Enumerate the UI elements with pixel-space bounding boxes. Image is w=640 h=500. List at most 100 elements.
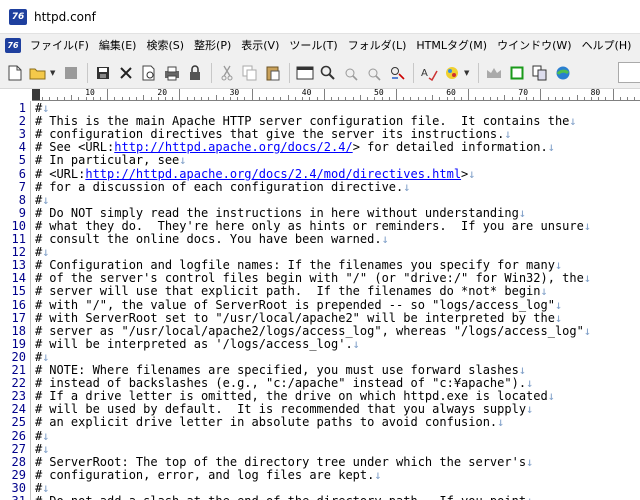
end-of-line-marker: ↓ (42, 349, 50, 364)
code-line[interactable]: # instead of backslashes (e.g., "c:/apach… (35, 377, 533, 390)
dropdown-arrow-icon[interactable]: ▼ (464, 69, 471, 77)
dropdown-arrow-icon[interactable]: ▼ (50, 69, 57, 77)
code-line[interactable]: # Configuration and logfile names: If the… (35, 259, 562, 272)
code-line[interactable]: #↓ (35, 349, 50, 364)
line-number: 20 (11, 349, 26, 364)
menu-item[interactable]: ウインドウ(W) (492, 35, 576, 57)
color-icon[interactable] (441, 62, 462, 83)
ruler-tick (612, 89, 614, 100)
menu-item[interactable]: 検索(S) (141, 35, 189, 57)
line-number: 5 (18, 153, 26, 168)
lock-icon[interactable] (184, 62, 205, 83)
code-line[interactable]: # for a discussion of each configuration … (35, 180, 410, 194)
menu-item[interactable]: ファイル(F) (25, 35, 94, 57)
comment-marker: # (35, 363, 43, 377)
code-line[interactable]: # with "/", the value of ServerRoot is pr… (35, 298, 562, 312)
green-box-icon[interactable] (506, 62, 527, 83)
url-link[interactable]: http://httpd.apache.org/docs/2.4/mod/dir… (85, 167, 461, 181)
code-line[interactable]: #↓ (35, 429, 49, 443)
code-line[interactable]: #↓ (35, 481, 49, 495)
menu-item[interactable]: HTMLタグ(M) (411, 35, 492, 57)
comment-marker: # (35, 284, 43, 299)
ruler-tick (258, 97, 260, 100)
end-of-line-marker: ↓ (554, 310, 563, 325)
search-icon[interactable] (317, 62, 338, 83)
code-line[interactable]: # <URL:http://httpd.apache.org/docs/2.4/m… (35, 166, 476, 181)
code-line[interactable]: # In particular, see↓ (35, 154, 187, 167)
code-line[interactable]: # configuration, error, and log files are… (35, 467, 382, 482)
ruler-tick (432, 95, 434, 100)
code-line[interactable]: # If a drive letter is omitted, the drive… (35, 390, 555, 403)
end-of-line-marker: ↓ (526, 376, 534, 391)
new-file-icon[interactable] (4, 62, 25, 83)
code-line[interactable]: # of the server's control files begin wit… (35, 272, 591, 285)
code-line[interactable]: # NOTE: Where filenames are specified, yo… (35, 364, 526, 377)
spell-check-icon[interactable]: A (418, 62, 439, 83)
url-link[interactable]: http://httpd.apache.org/docs/2.4/ (114, 140, 352, 154)
menu-item[interactable]: フォルダ(L) (343, 35, 412, 57)
text-editor-area[interactable]: #↓ # This is the main Apache HTTP server c… (32, 101, 640, 500)
code-line[interactable]: # This is the main Apache HTTP server con… (35, 115, 577, 128)
line-number-gutter: 1 2 3 4 5 6 7 8 9 10 11 12 13 14 15 16 17 18 19 20 21 22 23 24 2… (0, 101, 32, 500)
code-line[interactable]: # ServerRoot: The top of the directory tr… (35, 454, 534, 469)
code-line[interactable]: #↓ (35, 102, 49, 115)
code-line[interactable]: # Do NOT simply read the instructions in … (35, 206, 526, 220)
app-menu-icon[interactable]: 76 (5, 38, 21, 53)
code-line[interactable]: # Do not add a slash at the end of the di… (35, 495, 533, 500)
browser-icon[interactable] (552, 62, 573, 83)
crown-icon[interactable] (483, 62, 504, 83)
code-text: will be used by default. It is recommend… (49, 402, 527, 417)
menu-item[interactable]: ヘルプ(H) (577, 35, 637, 57)
code-line[interactable]: # what they do. They're here only as hint… (35, 219, 591, 233)
ruler-tick (316, 97, 318, 100)
paste-icon[interactable] (262, 62, 283, 83)
toolbar-separator (289, 62, 290, 83)
code-line[interactable]: # with ServerRoot set to "/usr/local/apac… (35, 310, 563, 325)
save-all-icon[interactable] (92, 62, 113, 83)
find-next-icon[interactable] (340, 62, 361, 83)
line-number: 29 (11, 467, 26, 482)
print-preview-icon[interactable] (138, 62, 159, 83)
code-line[interactable]: # consult the online docs. You have been … (35, 233, 389, 246)
ruler-tick (352, 97, 354, 100)
find-prev-icon[interactable] (363, 62, 384, 83)
code-line[interactable]: # See <URL:http://httpd.apache.org/docs/2… (35, 141, 555, 154)
end-of-line-marker: ↓ (547, 140, 555, 155)
ruler-tick (71, 95, 73, 100)
menu-item[interactable]: 編集(E) (94, 35, 142, 57)
compare-icon[interactable] (529, 62, 550, 83)
toolbar-search-input[interactable] (618, 62, 640, 83)
code-text: configuration, error, and log files are … (49, 467, 375, 482)
code-line[interactable]: # configuration directives that give the … (35, 128, 512, 141)
line-number: 4 (18, 140, 26, 155)
window-icon[interactable] (294, 62, 315, 83)
comment-marker: # (35, 415, 43, 430)
code-line[interactable]: # server will use that explicit path. If … (35, 285, 548, 298)
line-number: 28 (11, 454, 26, 469)
code-line[interactable]: #↓ (35, 442, 49, 456)
code-line[interactable]: # will be interpreted as '/logs/access_lo… (35, 336, 360, 351)
open-folder-icon[interactable] (27, 62, 48, 83)
comment-marker: # (35, 336, 43, 351)
ruler-tick (417, 97, 419, 100)
print-icon[interactable] (161, 62, 182, 83)
gutter-divider (30, 101, 31, 500)
end-of-line-marker: ↓ (526, 454, 534, 469)
close-icon[interactable] (115, 62, 136, 83)
menu-item[interactable]: 整形(P) (189, 35, 236, 57)
menu-item[interactable]: 表示(V) (236, 35, 284, 57)
ruler-tick (143, 95, 145, 100)
code-line[interactable]: # an explicit drive letter in absolute pa… (35, 416, 504, 429)
code-line[interactable]: # will be used by default. It is recommen… (35, 403, 533, 416)
ruler-tick (468, 89, 470, 100)
code-line[interactable]: #↓ (35, 246, 49, 259)
code-line[interactable]: # server as "/usr/local/apache2/logs/acce… (35, 324, 591, 338)
end-of-line-marker: ↓ (42, 101, 50, 115)
ruler-tick (215, 95, 217, 100)
replace-icon[interactable] (386, 62, 407, 83)
menu-item[interactable]: ツール(T) (284, 35, 342, 57)
end-of-line-marker: ↓ (468, 166, 476, 181)
code-line[interactable]: #↓ (35, 193, 49, 207)
cut-icon[interactable] (216, 62, 237, 83)
copy-icon[interactable] (239, 62, 260, 83)
